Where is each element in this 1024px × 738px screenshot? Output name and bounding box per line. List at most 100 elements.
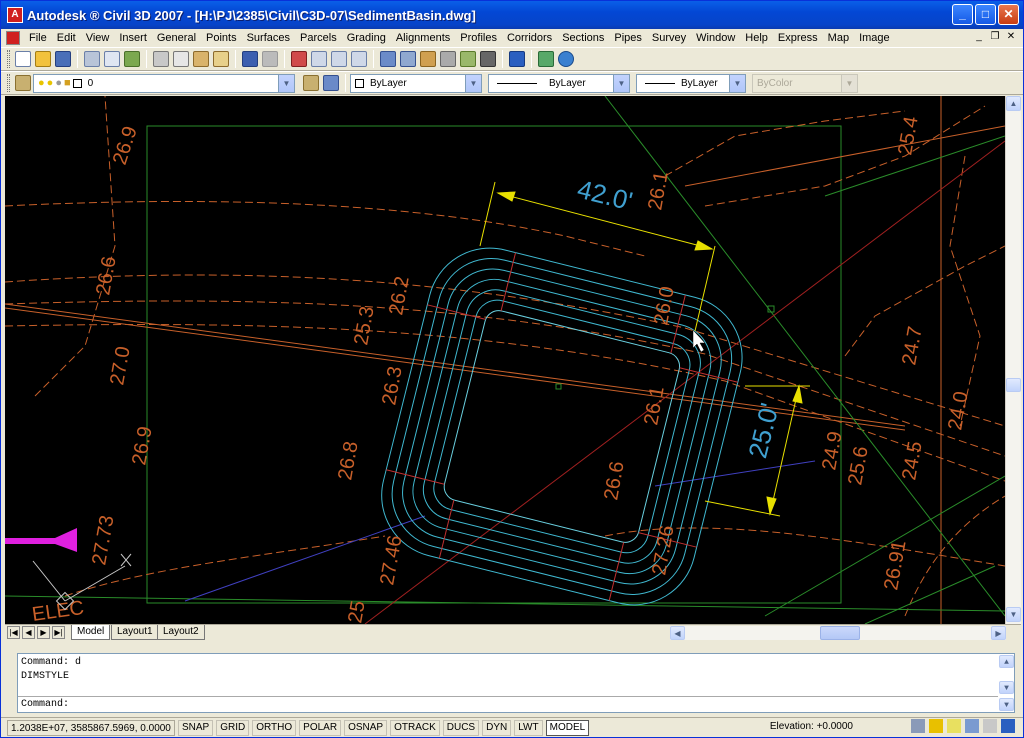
save-icon[interactable] — [55, 51, 71, 67]
tab-layout1[interactable]: Layout1 — [111, 625, 159, 640]
last-tab-icon[interactable]: ▶| — [52, 626, 65, 639]
scroll-left-icon[interactable]: ◀ — [670, 626, 685, 640]
command-prompt[interactable]: Command: — [21, 699, 69, 710]
model-space-toggle[interactable]: MODEL — [545, 719, 590, 736]
ducs-toggle[interactable]: DUCS — [442, 719, 480, 736]
menu-survey[interactable]: Survey — [647, 32, 691, 44]
zoom-previous-icon[interactable] — [351, 51, 367, 67]
menu-edit[interactable]: Edit — [52, 32, 81, 44]
chevron-down-icon[interactable]: ▼ — [465, 74, 481, 92]
toolbar-grip[interactable] — [7, 50, 10, 68]
comm-center-icon[interactable] — [965, 719, 979, 733]
menu-help[interactable]: Help — [740, 32, 773, 44]
polar-toggle[interactable]: POLAR — [299, 719, 342, 736]
undo-icon[interactable] — [242, 51, 258, 67]
document-icon[interactable] — [6, 31, 20, 45]
horizontal-scrollbar[interactable]: ◀ ▶ — [670, 626, 1006, 640]
maximize-button[interactable]: □ — [975, 4, 996, 25]
minimize-button[interactable]: _ — [952, 4, 973, 25]
scroll-down-icon[interactable]: ▼ — [1006, 607, 1021, 622]
zoom-realtime-icon[interactable] — [311, 51, 327, 67]
publish-icon[interactable] — [124, 51, 140, 67]
vertical-scrollbar[interactable]: ▲ ▼ — [1005, 96, 1021, 624]
command-window[interactable]: Command: d DIMSTYLE Command: ▲ ▼ ▼ — [17, 653, 1015, 713]
menu-file[interactable]: File — [24, 32, 52, 44]
grid-toggle[interactable]: GRID — [216, 719, 250, 736]
layer-combo[interactable]: ● ● ● ■ 0 ▼ — [33, 73, 295, 93]
object-snap-icon[interactable] — [911, 719, 925, 733]
redo-icon[interactable] — [262, 51, 278, 67]
menu-window[interactable]: Window — [691, 32, 740, 44]
lineweight-combo[interactable]: ByLayer ▼ — [636, 73, 746, 93]
menu-view[interactable]: View — [81, 32, 115, 44]
doc-close-icon[interactable]: ✕ — [1005, 30, 1017, 44]
menu-surfaces[interactable]: Surfaces — [242, 32, 295, 44]
doc-minimize-icon[interactable]: _ — [973, 30, 985, 44]
chevron-down-icon[interactable]: ▼ — [729, 74, 745, 92]
paste-icon[interactable] — [193, 51, 209, 67]
prev-tab-icon[interactable]: ◀ — [22, 626, 35, 639]
color-combo[interactable]: ByLayer ▼ — [350, 73, 482, 93]
tool-palettes-icon[interactable] — [420, 51, 436, 67]
menu-parcels[interactable]: Parcels — [295, 32, 342, 44]
toolbar-grip[interactable] — [7, 74, 10, 92]
sheet-set-icon[interactable] — [440, 51, 456, 67]
chevron-down-icon[interactable]: ▼ — [278, 74, 294, 92]
doc-restore-icon[interactable]: ❐ — [989, 30, 1001, 44]
properties-icon[interactable] — [380, 51, 396, 67]
lock-icon[interactable] — [929, 719, 943, 733]
scroll-up-icon[interactable]: ▲ — [1006, 96, 1021, 111]
copy-icon[interactable] — [173, 51, 189, 67]
drawing-canvas[interactable]: 42.0' 25.0' 26.9 26.6 26.2 26.1 25.4 25.… — [5, 96, 1005, 624]
tray-settings-icon[interactable] — [983, 719, 997, 733]
cut-icon[interactable] — [153, 51, 169, 67]
scroll-thumb[interactable] — [1006, 378, 1021, 392]
first-tab-icon[interactable]: |◀ — [7, 626, 20, 639]
help-icon[interactable] — [509, 51, 525, 67]
title-bar[interactable]: A Autodesk ® Civil 3D 2007 - [H:\PJ\2385… — [1, 1, 1023, 29]
clean-screen-icon[interactable] — [1001, 719, 1015, 733]
menu-general[interactable]: General — [152, 32, 201, 44]
print-icon[interactable] — [84, 51, 100, 67]
chevron-down-icon[interactable]: ▼ — [613, 74, 629, 92]
linetype-combo[interactable]: ByLayer ▼ — [488, 73, 630, 93]
menu-corridors[interactable]: Corridors — [502, 32, 557, 44]
markup-icon[interactable] — [460, 51, 476, 67]
make-layer-current-icon[interactable] — [303, 75, 319, 91]
menu-alignments[interactable]: Alignments — [391, 32, 455, 44]
menu-pipes[interactable]: Pipes — [609, 32, 647, 44]
layer-previous-icon[interactable] — [323, 75, 339, 91]
menu-points[interactable]: Points — [201, 32, 242, 44]
tab-model[interactable]: Model — [71, 625, 111, 640]
close-button[interactable]: ✕ — [998, 4, 1019, 25]
menu-grading[interactable]: Grading — [342, 32, 391, 44]
scroll-right-icon[interactable]: ▶ — [991, 626, 1006, 640]
cmd-input-scroll-icon[interactable]: ▼ — [999, 698, 1014, 711]
next-tab-icon[interactable]: ▶ — [37, 626, 50, 639]
dyn-toggle[interactable]: DYN — [482, 719, 512, 736]
menu-sections[interactable]: Sections — [557, 32, 609, 44]
tab-layout2[interactable]: Layout2 — [157, 625, 205, 640]
zoom-window-icon[interactable] — [331, 51, 347, 67]
map-icon[interactable] — [538, 51, 554, 67]
menu-profiles[interactable]: Profiles — [455, 32, 502, 44]
scroll-thumb[interactable] — [820, 626, 860, 640]
design-center-icon[interactable] — [400, 51, 416, 67]
ortho-toggle[interactable]: ORTHO — [252, 719, 297, 736]
layer-manager-icon[interactable] — [15, 75, 31, 91]
lwt-toggle[interactable]: LWT — [514, 719, 543, 736]
autocad-app-icon[interactable]: A — [7, 7, 23, 23]
match-properties-icon[interactable] — [213, 51, 229, 67]
new-icon[interactable] — [15, 51, 31, 67]
menu-express[interactable]: Express — [773, 32, 823, 44]
menu-map[interactable]: Map — [823, 32, 854, 44]
coordinate-display[interactable]: 1.2038E+07, 3585867.5969, 0.0000 — [7, 719, 175, 736]
menu-insert[interactable]: Insert — [114, 32, 152, 44]
cmd-scroll-down-icon[interactable]: ▼ — [999, 681, 1014, 694]
calculator-icon[interactable] — [480, 51, 496, 67]
pan-icon[interactable] — [291, 51, 307, 67]
snap-toggle[interactable]: SNAP — [178, 719, 214, 736]
globe-icon[interactable] — [558, 51, 574, 67]
cmd-scroll-up-icon[interactable]: ▲ — [999, 655, 1014, 668]
otrack-toggle[interactable]: OTRACK — [390, 719, 440, 736]
